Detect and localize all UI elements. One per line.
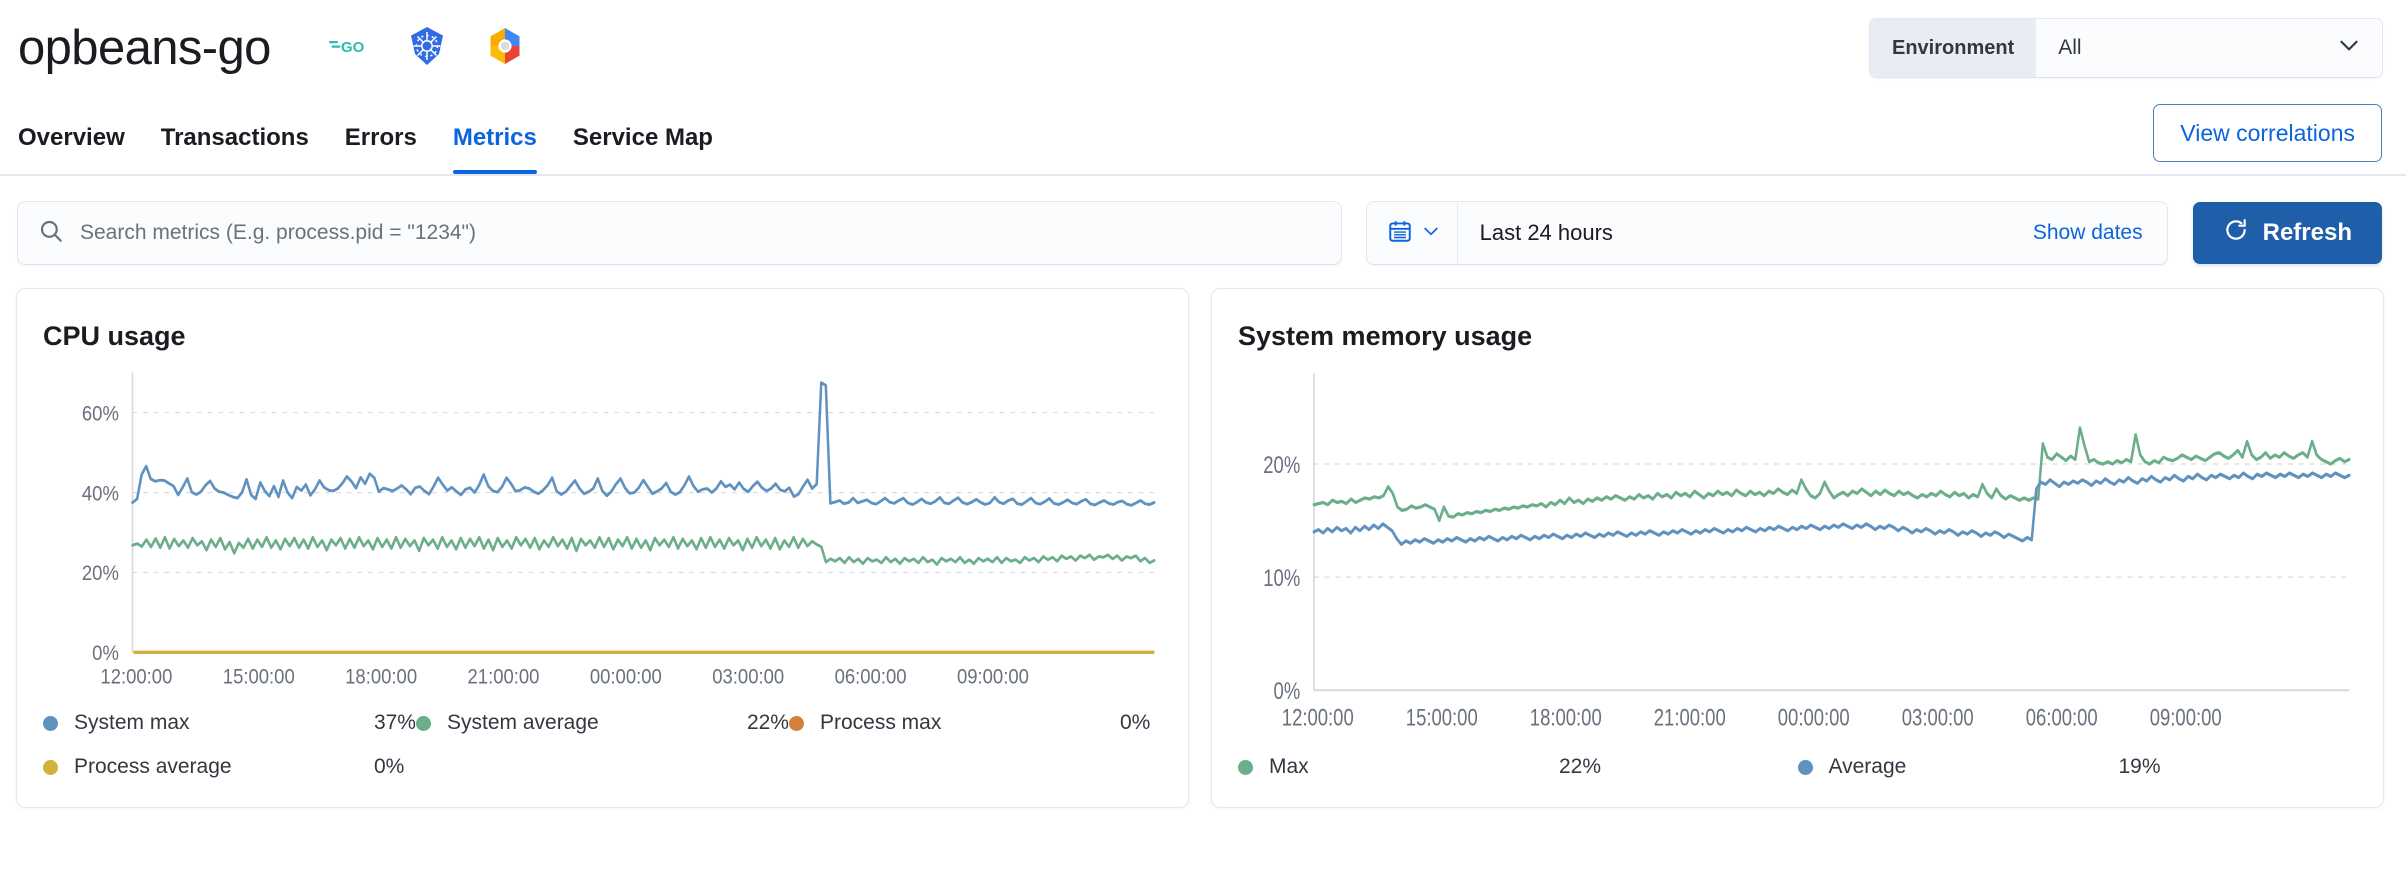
- svg-text:12:00:00: 12:00:00: [100, 665, 172, 688]
- legend-label: Process average: [74, 755, 374, 779]
- date-range-picker[interactable]: Last 24 hours Show dates: [1367, 202, 2167, 264]
- legend-color-dot: [43, 760, 58, 775]
- svg-text:15:00:00: 15:00:00: [223, 665, 295, 688]
- legend-item[interactable]: System max 37%: [43, 701, 416, 745]
- tab-overview[interactable]: Overview: [18, 124, 143, 174]
- svg-text:21:00:00: 21:00:00: [468, 665, 540, 688]
- go-logo-icon: GO: [329, 34, 369, 63]
- environment-select[interactable]: All: [2036, 19, 2382, 77]
- tab-metrics-label: Metrics: [453, 124, 537, 151]
- svg-text:03:00:00: 03:00:00: [1902, 704, 1974, 731]
- environment-label: Environment: [1870, 19, 2036, 77]
- chevron-down-icon: [1421, 221, 1441, 246]
- refresh-label: Refresh: [2263, 219, 2352, 247]
- legend-color-dot: [789, 716, 804, 731]
- page-header: opbeans-go GO: [0, 0, 2406, 96]
- metrics-panels: CPU usage 0% 20% 40% 60% 12:00:00 15:00:00 18:…: [0, 288, 2406, 808]
- system-memory-usage-chart[interactable]: 0% 10% 20% 12:00:00 15:00:00 18:00:00 21:00:00…: [1238, 366, 2357, 743]
- legend-color-dot: [1238, 760, 1253, 775]
- svg-text:0%: 0%: [1274, 678, 1301, 705]
- legend-item[interactable]: Max 22%: [1238, 745, 1798, 789]
- refresh-button[interactable]: Refresh: [2193, 202, 2382, 264]
- panel-cpu-usage: CPU usage 0% 20% 40% 60% 12:00:00 15:00:00 18:…: [16, 288, 1189, 808]
- google-cloud-logo-icon: [485, 26, 525, 71]
- kubernetes-logo-icon: [407, 26, 447, 71]
- tab-errors-label: Errors: [345, 124, 417, 151]
- panel-system-memory-usage: System memory usage 0% 10% 20% 12:00:00 15:0…: [1211, 288, 2384, 808]
- show-dates-button[interactable]: Show dates: [2021, 221, 2167, 245]
- svg-text:15:00:00: 15:00:00: [1406, 704, 1478, 731]
- svg-text:12:00:00: 12:00:00: [1282, 704, 1354, 731]
- tab-overview-label: Overview: [18, 124, 125, 151]
- tab-transactions-label: Transactions: [161, 124, 309, 151]
- chevron-down-icon: [2336, 32, 2362, 64]
- search-input[interactable]: Search metrics (E.g. process.pid = "1234…: [18, 202, 1341, 264]
- legend-item[interactable]: Process max 0%: [789, 701, 1162, 745]
- panel-cpu-usage-title: CPU usage: [43, 321, 1162, 352]
- legend-item[interactable]: System average 22%: [416, 701, 789, 745]
- environment-selector[interactable]: Environment All: [1870, 19, 2382, 77]
- tab-service-map[interactable]: Service Map: [555, 124, 731, 174]
- legend-value: 19%: [2119, 755, 2161, 779]
- svg-text:18:00:00: 18:00:00: [345, 665, 417, 688]
- page-title: opbeans-go: [18, 24, 271, 73]
- legend-label: System average: [447, 711, 747, 735]
- tab-transactions[interactable]: Transactions: [143, 124, 327, 174]
- calendar-quickselect-button[interactable]: [1367, 202, 1458, 264]
- svg-text:06:00:00: 06:00:00: [2026, 704, 2098, 731]
- svg-text:06:00:00: 06:00:00: [835, 665, 907, 688]
- date-range-value[interactable]: Last 24 hours: [1458, 220, 2021, 246]
- refresh-icon: [2223, 217, 2249, 250]
- environment-value: All: [2058, 36, 2081, 60]
- panel-system-memory-usage-title: System memory usage: [1238, 321, 2357, 352]
- tab-list: Overview Transactions Errors Metrics Ser…: [18, 124, 731, 174]
- svg-text:0%: 0%: [92, 642, 119, 665]
- metrics-toolbar: Search metrics (E.g. process.pid = "1234…: [0, 176, 2406, 288]
- main-tabbar: Overview Transactions Errors Metrics Ser…: [0, 96, 2406, 176]
- svg-text:18:00:00: 18:00:00: [1530, 704, 1602, 731]
- legend-label: System max: [74, 711, 374, 735]
- cpu-usage-legend: System max 37% System average 22% Proces…: [43, 701, 1162, 789]
- legend-label: Process max: [820, 711, 1120, 735]
- svg-text:09:00:00: 09:00:00: [2150, 704, 2222, 731]
- legend-item[interactable]: Process average 0%: [43, 745, 416, 789]
- view-correlations-label: View correlations: [2180, 120, 2355, 147]
- legend-value: 22%: [1559, 755, 1601, 779]
- svg-text:10%: 10%: [1263, 565, 1300, 592]
- legend-label: Max: [1269, 755, 1559, 779]
- tab-metrics[interactable]: Metrics: [435, 124, 555, 174]
- svg-text:03:00:00: 03:00:00: [712, 665, 784, 688]
- legend-color-dot: [1798, 760, 1813, 775]
- svg-text:GO: GO: [341, 39, 365, 56]
- system-memory-usage-legend: Max 22% Average 19%: [1238, 745, 2357, 789]
- agent-icon-group: GO: [329, 26, 525, 71]
- legend-value: 22%: [747, 711, 789, 735]
- legend-color-dot: [43, 716, 58, 731]
- svg-text:21:00:00: 21:00:00: [1654, 704, 1726, 731]
- svg-text:20%: 20%: [1263, 452, 1300, 479]
- svg-text:20%: 20%: [82, 562, 119, 585]
- svg-text:00:00:00: 00:00:00: [1778, 704, 1850, 731]
- legend-value: 0%: [1120, 711, 1150, 735]
- legend-value: 37%: [374, 711, 416, 735]
- search-placeholder: Search metrics (E.g. process.pid = "1234…: [80, 221, 476, 245]
- legend-item[interactable]: Average 19%: [1798, 745, 2358, 789]
- svg-text:09:00:00: 09:00:00: [957, 665, 1029, 688]
- svg-text:60%: 60%: [82, 402, 119, 425]
- tab-errors[interactable]: Errors: [327, 124, 435, 174]
- calendar-icon: [1387, 218, 1413, 249]
- search-icon: [38, 218, 64, 249]
- view-correlations-button[interactable]: View correlations: [2153, 104, 2382, 162]
- cpu-usage-chart[interactable]: 0% 20% 40% 60% 12:00:00 15:00:00 18:00:00 21:00…: [43, 366, 1162, 699]
- legend-label: Average: [1829, 755, 2119, 779]
- svg-text:00:00:00: 00:00:00: [590, 665, 662, 688]
- legend-color-dot: [416, 716, 431, 731]
- svg-text:40%: 40%: [82, 482, 119, 505]
- legend-value: 0%: [374, 755, 404, 779]
- tab-service-map-label: Service Map: [573, 124, 713, 151]
